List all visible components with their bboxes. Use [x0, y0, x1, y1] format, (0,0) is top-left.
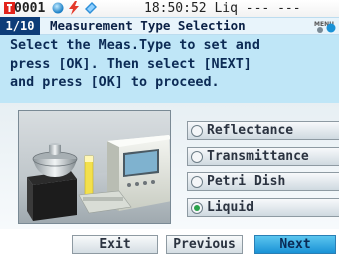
instruction-panel: Select the Meas.Type to set and press [O…: [0, 35, 339, 103]
page-title: Measurement Type Selection: [50, 18, 246, 33]
radio-button-icon: [191, 124, 203, 137]
radio-button-icon: [191, 150, 203, 163]
power-bolt-icon: [69, 1, 79, 15]
option-petri-dish[interactable]: Petri Dish: [187, 172, 339, 191]
option-reflectance[interactable]: Reflectance: [187, 121, 339, 140]
radio-button-icon: [191, 175, 203, 188]
option-liquid[interactable]: Liquid: [187, 198, 339, 217]
page-indicator: 1/10: [0, 17, 40, 35]
next-button[interactable]: Next: [254, 235, 336, 254]
instruction-line: press [OK]. Then select [NEXT]: [10, 56, 252, 72]
option-label: Liquid: [207, 200, 254, 215]
sensor-icon: [85, 2, 97, 14]
clock-time: 18:50:52: [144, 1, 207, 16]
option-label: Reflectance: [207, 123, 294, 138]
option-label: Petri Dish: [207, 174, 286, 189]
record-number: 0001: [14, 1, 46, 16]
radio-button-selected-icon: [191, 201, 203, 214]
instrument-illustration-icon: [18, 110, 171, 224]
instruction-line: Select the Meas.Type to set and: [10, 38, 260, 53]
status-dot-icon: [52, 2, 64, 14]
instruction-line: and press [OK] to proceed.: [10, 75, 220, 90]
option-transmittance[interactable]: Transmittance: [187, 147, 339, 166]
menu-icon[interactable]: MENU: [314, 19, 336, 34]
option-label: Transmittance: [207, 149, 309, 164]
previous-button[interactable]: Previous: [166, 235, 243, 254]
exit-button[interactable]: Exit: [72, 235, 158, 254]
measurement-summary: Liq --- ---: [214, 1, 301, 16]
